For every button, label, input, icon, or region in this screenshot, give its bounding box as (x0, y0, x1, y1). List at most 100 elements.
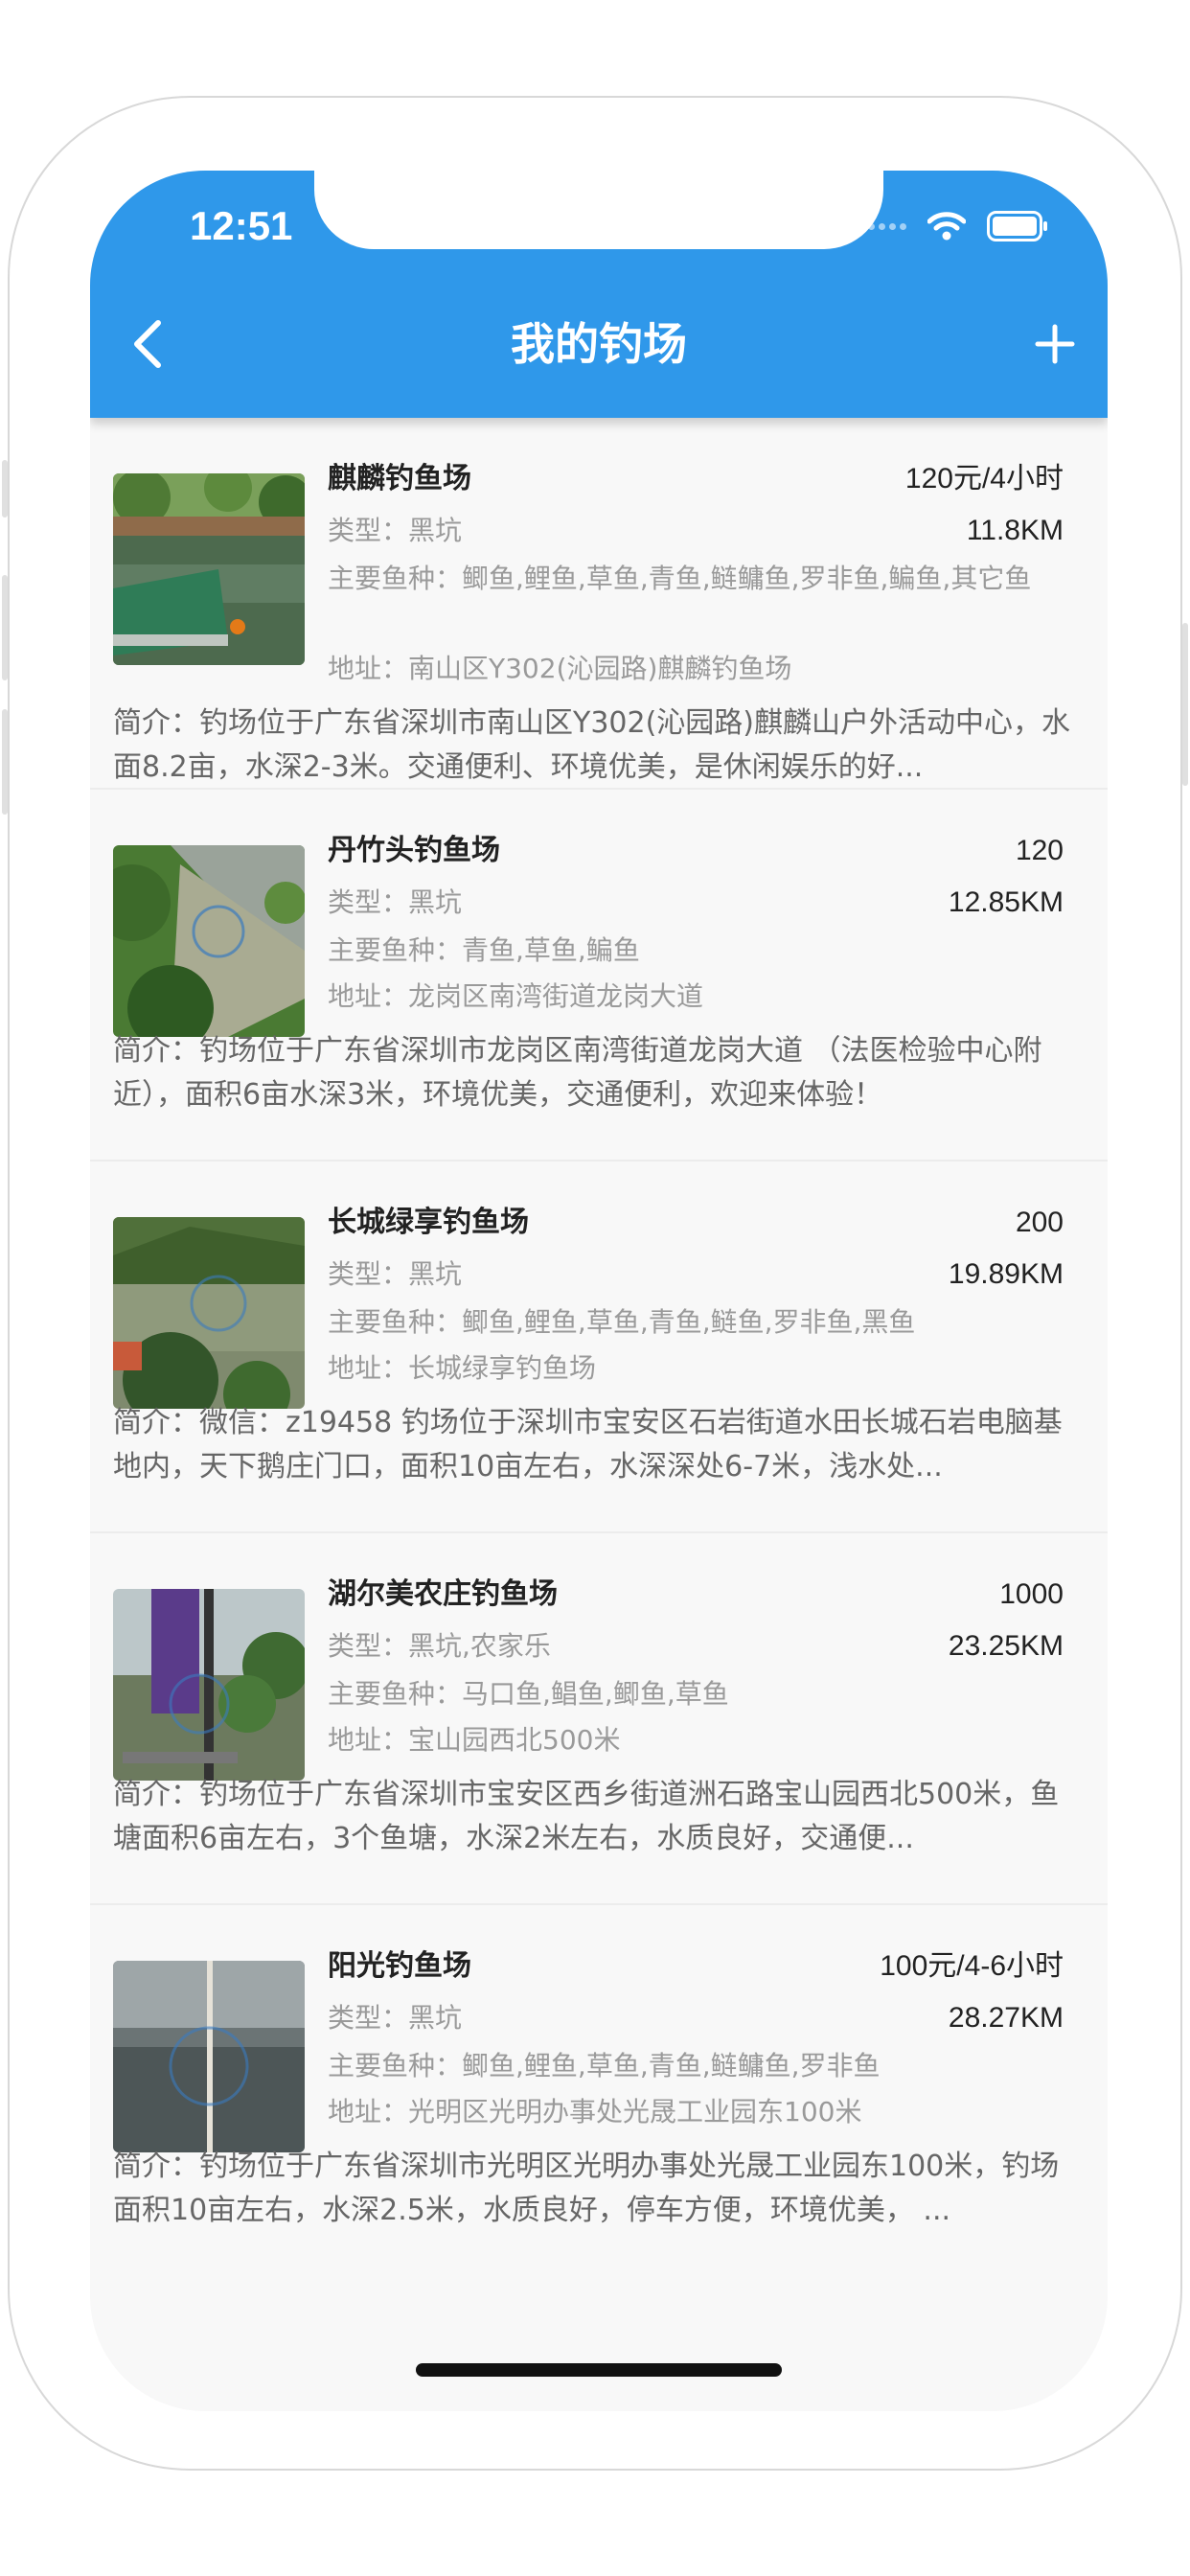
spot-distance: 28.27KM (948, 2002, 1064, 2034)
status-time: 12:51 (190, 203, 293, 248)
spot-name: 湖尔美农庄钓鱼场 (328, 1577, 558, 1611)
spot-type-row: 类型：黑坑 (328, 882, 1056, 924)
intro-label: 简介： (113, 1034, 199, 1068)
species-label: 主要鱼种： (328, 2050, 463, 2082)
spot-species-row: 主要鱼种：青鱼,草鱼,鳊鱼 (328, 930, 1056, 972)
intro-label: 简介： (113, 1406, 199, 1439)
spot-description: 简介：钓场位于广东省深圳市光明区光明办事处光晟工业园东100米，钓场面积10亩左… (113, 2145, 1071, 2233)
spot-address-row: 地址：光明区光明办事处光晟工业园东100米 (328, 2091, 1056, 2133)
list-item[interactable]: 湖尔美农庄钓鱼场 1000 类型：黑坑,农家乐 23.25KM 主要鱼种：马口鱼… (90, 1533, 1108, 1905)
spot-address-row: 地址：南山区Y302(沁园路)麒麟钓鱼场 (328, 648, 1056, 690)
spot-description-text: 钓场位于广东省深圳市南山区Y302(沁园路)麒麟山户外活动中心，水面8.2亩，水… (113, 706, 1070, 784)
spot-type: 黑坑 (408, 515, 463, 546)
spot-type-row: 类型：黑坑 (328, 1997, 1056, 2039)
spot-name: 丹竹头钓鱼场 (328, 834, 500, 867)
spot-species-row: 主要鱼种：鲫鱼,鲤鱼,草鱼,青鱼,鲢鳙鱼,罗非鱼 (328, 2045, 1056, 2087)
status-icons (868, 207, 1048, 245)
spot-type-row: 类型：黑坑 (328, 510, 1056, 552)
spot-species: 马口鱼,鲳鱼,鲫鱼,草鱼 (462, 1678, 729, 1710)
spot-description: 简介：钓场位于广东省深圳市龙岗区南湾街道龙岗大道 （法医检验中心附近），面积6亩… (113, 1029, 1071, 1117)
spot-name: 麒麟钓鱼场 (328, 462, 471, 495)
signal-icon (868, 222, 906, 230)
list-item[interactable]: 丹竹头钓鱼场 120 类型：黑坑 12.85KM 主要鱼种：青鱼,草鱼,鳊鱼 地… (90, 790, 1108, 1162)
intro-label: 简介： (113, 2150, 199, 2183)
list-item[interactable]: 阳光钓鱼场 100元/4-6小时 类型：黑坑 28.27KM 主要鱼种：鲫鱼,鲤… (90, 1905, 1108, 2277)
notch (314, 171, 883, 249)
spot-thumbnail (113, 845, 305, 1037)
type-label: 类型： (328, 515, 409, 546)
address-label: 地址： (328, 980, 409, 1012)
address-label: 地址： (328, 2096, 409, 2128)
spot-description: 简介：钓场位于广东省深圳市南山区Y302(沁园路)麒麟山户外活动中心，水面8.2… (113, 702, 1071, 790)
species-label: 主要鱼种： (328, 1306, 463, 1338)
address-label: 地址： (328, 1724, 409, 1756)
spot-type-row: 类型：黑坑 (328, 1254, 1056, 1296)
spot-distance: 11.8KM (966, 515, 1064, 546)
species-label: 主要鱼种： (328, 563, 463, 594)
spot-thumbnail (113, 1217, 305, 1409)
spot-address-row: 地址：宝山园西北500米 (328, 1719, 1056, 1761)
spot-thumbnail (113, 1589, 305, 1781)
add-spot-button[interactable] (1025, 314, 1085, 374)
spot-species: 鲫鱼,鲤鱼,草鱼,青鱼,鲢鳙鱼,罗非鱼 (462, 2050, 881, 2082)
spot-species-row: 主要鱼种：马口鱼,鲳鱼,鲫鱼,草鱼 (328, 1673, 1056, 1715)
type-label: 类型： (328, 886, 409, 918)
spot-type: 黑坑 (408, 1258, 463, 1290)
intro-label: 简介： (113, 706, 199, 740)
spot-species: 鲫鱼,鲤鱼,草鱼,青鱼,鲢鱼,罗非鱼,黑鱼 (462, 1306, 916, 1338)
spot-type: 黑坑,农家乐 (408, 1630, 551, 1662)
list-item[interactable]: 麒麟钓鱼场 120元/4小时 类型：黑坑 11.8KM 主要鱼种：鲫鱼,鲤鱼,草… (90, 418, 1108, 790)
battery-icon (987, 211, 1048, 242)
page-title: 我的钓场 (511, 318, 687, 370)
spot-type: 黑坑 (408, 2002, 463, 2034)
spot-type: 黑坑 (408, 886, 463, 918)
spot-thumbnail (113, 1961, 305, 2152)
list-item[interactable]: 长城绿享钓鱼场 200 类型：黑坑 19.89KM 主要鱼种：鲫鱼,鲤鱼,草鱼,… (90, 1162, 1108, 1533)
spot-description-text: 微信：z19458 钓场位于深圳市宝安区石岩街道水田长城石岩电脑基地内，天下鹅庄… (113, 1406, 1063, 1484)
device-volume-down-button (2, 709, 8, 815)
home-indicator[interactable] (416, 2363, 782, 2377)
wifi-icon (927, 211, 966, 242)
spot-price: 1000 (999, 1578, 1064, 1610)
type-label: 类型： (328, 1630, 409, 1662)
spot-name: 长城绿享钓鱼场 (328, 1206, 529, 1239)
device-volume-up-button (2, 575, 8, 680)
spot-address: 龙岗区南湾街道龙岗大道 (408, 980, 704, 1012)
spot-distance: 19.89KM (948, 1258, 1064, 1290)
spot-price: 100元/4-6小时 (880, 1950, 1064, 1982)
spot-description-text: 钓场位于广东省深圳市光明区光明办事处光晟工业园东100米，钓场面积10亩左右，水… (113, 2150, 1060, 2227)
spot-address: 长城绿享钓鱼场 (408, 1352, 597, 1384)
spot-species: 青鱼,草鱼,鳊鱼 (462, 934, 640, 966)
spot-species: 鲫鱼,鲤鱼,草鱼,青鱼,鲢鳙鱼,罗非鱼,鳊鱼,其它鱼 (462, 563, 1032, 594)
spot-address: 南山区Y302(沁园路)麒麟钓鱼场 (408, 653, 792, 684)
spot-price: 200 (1015, 1207, 1064, 1238)
spot-address: 宝山园西北500米 (408, 1724, 621, 1756)
intro-label: 简介： (113, 1778, 199, 1811)
spot-description-text: 钓场位于广东省深圳市龙岗区南湾街道龙岗大道 （法医检验中心附近），面积6亩水深3… (113, 1034, 1042, 1112)
spot-description: 简介：钓场位于广东省深圳市宝安区西乡街道洲石路宝山园西北500米，鱼塘面积6亩左… (113, 1773, 1071, 1861)
device-side-button (2, 460, 8, 518)
species-label: 主要鱼种： (328, 1678, 463, 1710)
spot-price: 120元/4小时 (904, 463, 1064, 494)
spot-distance: 23.25KM (948, 1630, 1064, 1662)
spot-thumbnail (113, 473, 305, 665)
device-power-button (1182, 623, 1188, 786)
address-label: 地址： (328, 1352, 409, 1384)
type-label: 类型： (328, 2002, 409, 2034)
spot-description-text: 钓场位于广东省深圳市宝安区西乡街道洲石路宝山园西北500米，鱼塘面积6亩左右，3… (113, 1778, 1060, 1855)
spot-address: 光明区光明办事处光晟工业园东100米 (408, 2096, 862, 2128)
spot-type-row: 类型：黑坑,农家乐 (328, 1625, 1056, 1668)
spot-address-row: 地址：长城绿享钓鱼场 (328, 1347, 1056, 1390)
spot-species-row: 主要鱼种：鲫鱼,鲤鱼,草鱼,青鱼,鲢鱼,罗非鱼,黑鱼 (328, 1301, 1056, 1344)
spot-distance: 12.85KM (948, 886, 1064, 918)
nav-bar: 12:51 我的钓场 (90, 171, 1108, 418)
spot-price: 120 (1015, 835, 1064, 866)
phone-screen: 12:51 我的钓场 麒麟钓鱼场 120元/4小时 类型：黑坑 11.8KM 主… (90, 171, 1108, 2411)
spot-name: 阳光钓鱼场 (328, 1949, 471, 1983)
type-label: 类型： (328, 1258, 409, 1290)
spot-address-row: 地址：龙岗区南湾街道龙岗大道 (328, 976, 1056, 1018)
plus-icon (1035, 324, 1075, 364)
spot-species-row: 主要鱼种：鲫鱼,鲤鱼,草鱼,青鱼,鲢鳙鱼,罗非鱼,鳊鱼,其它鱼 (328, 558, 1056, 600)
spot-description: 简介：微信：z19458 钓场位于深圳市宝安区石岩街道水田长城石岩电脑基地内，天… (113, 1401, 1071, 1489)
address-label: 地址： (328, 653, 409, 684)
